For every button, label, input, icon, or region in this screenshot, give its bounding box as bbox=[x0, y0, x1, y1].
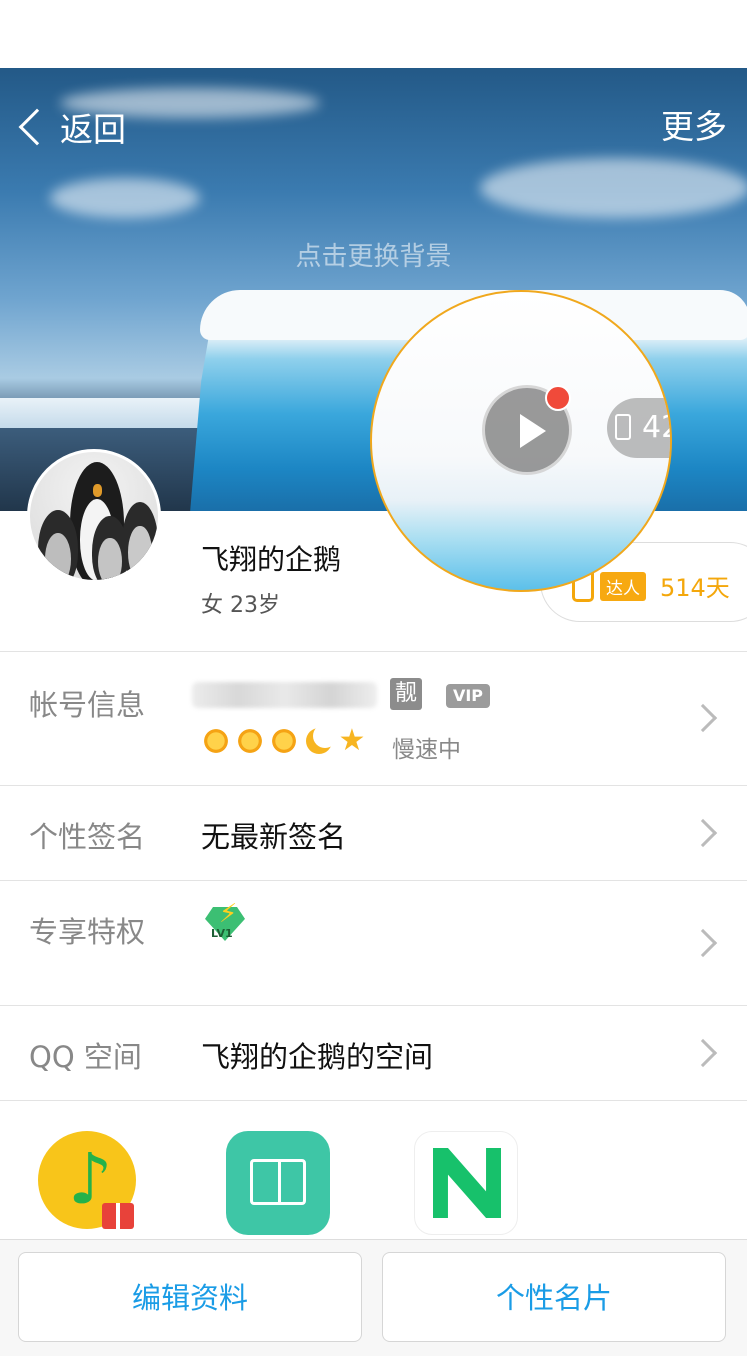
personal-card-button[interactable]: 个性名片 bbox=[382, 1252, 726, 1342]
sun-icon bbox=[269, 726, 299, 756]
video-play-icon[interactable] bbox=[414, 1131, 518, 1235]
avatar[interactable] bbox=[27, 449, 161, 583]
qq-number-blurred bbox=[192, 682, 377, 708]
sun-icon bbox=[235, 726, 265, 756]
daren-days: 514天 bbox=[660, 574, 730, 602]
penguin-chick bbox=[38, 510, 78, 580]
back-button[interactable]: 返回 bbox=[14, 102, 126, 152]
penguin-chick bbox=[122, 502, 158, 580]
video-logo bbox=[433, 1148, 501, 1218]
more-button[interactable]: 更多 bbox=[661, 102, 727, 152]
play-icon bbox=[520, 414, 546, 448]
qzone-value: 飞翔的企鹅的空间 bbox=[201, 1040, 434, 1074]
speed-status: 慢速中 bbox=[392, 737, 461, 763]
magnifier-overlay: 42 bbox=[370, 290, 672, 592]
liang-badge: 靓 bbox=[390, 678, 422, 710]
moon-icon bbox=[303, 724, 337, 756]
qzone-row[interactable]: QQ 空间 飞翔的企鹅的空间 bbox=[0, 1005, 747, 1100]
chevron-left-icon bbox=[18, 108, 56, 146]
level-badge: LV1 bbox=[211, 927, 233, 940]
chevron-right-icon bbox=[688, 928, 718, 958]
gift-icon bbox=[102, 1203, 134, 1229]
daren-label: 达人 bbox=[600, 572, 646, 601]
account-info-label: 帐号信息 bbox=[29, 688, 146, 722]
privilege-label: 专享特权 bbox=[29, 915, 146, 949]
qzone-label: QQ 空间 bbox=[29, 1040, 142, 1074]
privilege-row[interactable]: 专享特权 ⚡ LV1 bbox=[0, 880, 747, 1005]
back-label: 返回 bbox=[60, 110, 126, 149]
qq-music-icon[interactable]: ♪ bbox=[38, 1131, 136, 1229]
signature-value: 无最新签名 bbox=[201, 820, 347, 854]
star-icon: ★ bbox=[338, 723, 366, 758]
vip-badge: VIP bbox=[446, 684, 490, 708]
reader-book-icon[interactable] bbox=[226, 1131, 330, 1235]
thumbs-up-icon bbox=[615, 414, 631, 440]
like-button[interactable]: 42 bbox=[607, 398, 670, 458]
chevron-right-icon bbox=[688, 818, 718, 848]
sun-icon bbox=[201, 726, 231, 756]
cloud bbox=[480, 158, 747, 218]
change-background-hint[interactable]: 点击更换背景 bbox=[0, 236, 747, 273]
lv1-privilege-icon: ⚡ LV1 bbox=[201, 899, 249, 947]
app-icons-strip: ♪ bbox=[0, 1100, 747, 1240]
chevron-right-icon bbox=[688, 1038, 718, 1068]
unread-dot bbox=[545, 385, 571, 411]
gender-age: 女 23岁 bbox=[201, 593, 280, 618]
signature-label: 个性签名 bbox=[29, 820, 146, 854]
nickname: 飞翔的企鹅 bbox=[201, 543, 342, 576]
edit-profile-button[interactable]: 编辑资料 bbox=[18, 1252, 362, 1342]
account-info-row[interactable]: 帐号信息 靓 VIP ★ 慢速中 bbox=[0, 651, 747, 785]
chevron-right-icon bbox=[688, 703, 718, 733]
bottom-action-bar: 编辑资料 个性名片 bbox=[0, 1239, 747, 1356]
qq-level-icons: ★ bbox=[201, 723, 367, 758]
book-icon bbox=[250, 1159, 306, 1205]
signature-row[interactable]: 个性签名 无最新签名 bbox=[0, 785, 747, 880]
cloud bbox=[50, 178, 200, 218]
like-count: 42 bbox=[642, 410, 670, 445]
status-bar bbox=[0, 0, 747, 68]
